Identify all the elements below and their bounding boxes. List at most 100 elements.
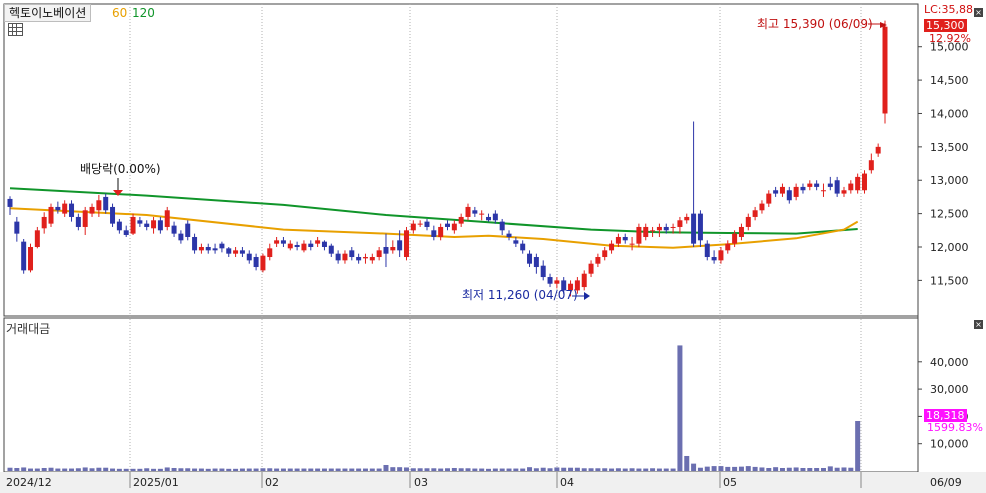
candle-body — [643, 226, 649, 237]
volume-change-label: 1599.83% — [927, 421, 983, 434]
volume-bar — [725, 466, 731, 471]
volume-axis: 10,00020,00030,00040,000 — [918, 356, 969, 451]
candle-body — [773, 190, 779, 194]
volume-bar — [486, 468, 492, 471]
volume-bar — [253, 468, 259, 471]
candle-body — [116, 221, 122, 231]
volume-bar — [342, 468, 348, 471]
price-panel-frame — [3, 3, 919, 317]
candle-body — [287, 243, 293, 249]
candle-body — [151, 220, 157, 229]
date-label-03: 03 — [414, 476, 428, 489]
volume-bar — [294, 468, 300, 471]
low-annotation: 최저 11,260 (04/07) — [462, 288, 578, 302]
candle-body — [178, 233, 184, 241]
volume-bar — [321, 468, 327, 471]
candle-body — [766, 193, 772, 204]
candle-body — [855, 176, 861, 191]
main-chart-close-icon[interactable]: × — [974, 8, 983, 17]
price-tick-label: 12,000 — [930, 241, 969, 254]
volume-bar — [568, 467, 574, 471]
date-label-2025-01: 2025/01 — [133, 476, 179, 489]
candle-body — [294, 244, 300, 247]
volume-bar — [260, 468, 266, 471]
volume-bar — [704, 466, 710, 471]
candle-body — [335, 253, 341, 261]
volume-bar — [691, 463, 697, 471]
candle-body — [499, 221, 505, 231]
volume-bar — [55, 468, 61, 471]
candle-body — [342, 253, 348, 261]
candle-body — [595, 257, 601, 264]
volume-bar — [62, 468, 68, 471]
candle-body — [793, 186, 799, 197]
volume-bar — [349, 468, 355, 471]
volume-bar — [335, 468, 341, 471]
candle-body — [89, 206, 95, 214]
volume-bar — [766, 467, 772, 471]
candle-body — [800, 186, 806, 191]
candle-body — [96, 200, 102, 211]
candle-body — [356, 257, 362, 261]
candle-body — [7, 198, 13, 207]
candle-body — [383, 247, 389, 254]
volume-bar — [356, 468, 362, 471]
volume-bar — [75, 468, 81, 471]
candle-body — [328, 245, 334, 254]
volume-bar — [841, 467, 847, 471]
candle-body — [267, 248, 273, 258]
candle-body — [260, 255, 266, 271]
volume-bar — [123, 468, 129, 471]
candle-body — [554, 280, 560, 284]
volume-bar — [383, 464, 389, 471]
subchart-close-icon[interactable]: × — [974, 320, 983, 329]
volume-bar — [89, 468, 95, 471]
volume-bar — [171, 467, 177, 471]
grid-view-icon[interactable] — [8, 23, 23, 36]
volume-bar — [376, 468, 382, 471]
volume-bar — [438, 468, 444, 471]
volume-bar — [677, 345, 683, 471]
candle-body — [547, 277, 553, 284]
candle-body — [75, 216, 81, 227]
volume-bar — [239, 468, 245, 471]
volume-panel-frame — [3, 317, 919, 473]
candle-body — [397, 240, 403, 251]
volume-tick-label: 40,000 — [930, 356, 969, 369]
volume-bar — [602, 468, 608, 471]
last-close-label: LC:35,88 — [924, 3, 974, 16]
volume-bar — [622, 468, 628, 471]
volume-bar — [636, 468, 642, 471]
candle-body — [28, 247, 34, 271]
stock-name-label[interactable]: 헥토이노베이션 — [4, 4, 92, 22]
volume-bar — [520, 468, 526, 471]
volume-bar — [157, 468, 163, 471]
candle-body — [834, 180, 840, 194]
candle-body — [786, 190, 792, 201]
candle-body — [376, 250, 382, 258]
candle-body — [34, 230, 40, 247]
volume-bar — [827, 466, 833, 471]
candle-body — [650, 230, 656, 232]
candle-body — [280, 240, 286, 244]
candle-body — [185, 223, 191, 237]
candle-body — [445, 223, 450, 227]
candle-body — [123, 230, 129, 235]
volume-bar — [110, 468, 116, 471]
volume-bar — [629, 468, 635, 471]
candle-body — [615, 236, 621, 244]
candle-body — [882, 26, 888, 114]
volume-bar — [280, 468, 286, 471]
volume-bar — [14, 467, 20, 471]
candle-body — [274, 240, 280, 244]
volume-bar — [492, 468, 498, 471]
candle-body — [868, 160, 874, 171]
candle-body — [362, 257, 368, 259]
volume-bar — [663, 468, 669, 471]
volume-bar — [814, 467, 820, 471]
candle-body — [369, 257, 375, 261]
volume-bar — [574, 467, 580, 471]
volume-bar — [424, 468, 430, 471]
candle-body — [55, 206, 61, 211]
candle-body — [417, 223, 423, 225]
